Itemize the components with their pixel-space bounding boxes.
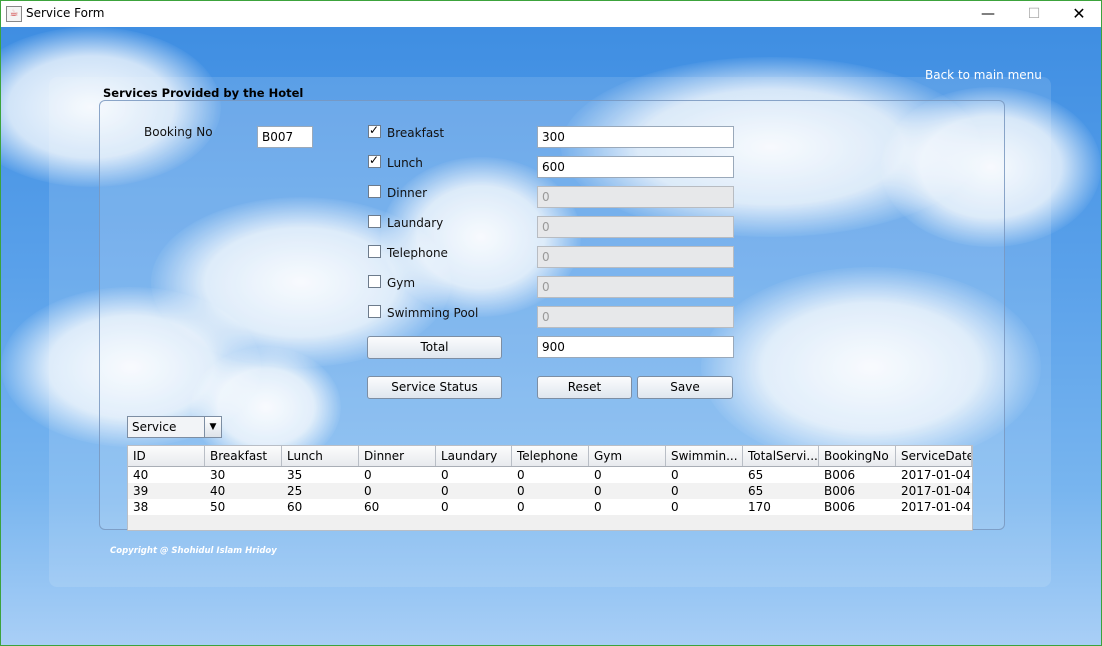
title-bar: ☕ Service Form — ☐ ✕ (1, 1, 1101, 27)
table-filter-select[interactable]: Service ▼ (127, 416, 222, 438)
dinner-checkbox[interactable] (368, 185, 381, 198)
table-cell: 39 (133, 484, 149, 498)
column-header[interactable]: BookingNo (819, 446, 896, 466)
column-header[interactable]: ServiceDate (896, 446, 972, 466)
column-header[interactable]: Dinner (359, 446, 436, 466)
table-cell: B006 (824, 484, 856, 498)
column-header[interactable]: Gym (589, 446, 666, 466)
back-to-main-menu-link[interactable]: Back to main menu (925, 68, 1042, 82)
chevron-down-icon[interactable]: ▼ (204, 417, 221, 437)
copyright-text: Copyright @ Shohidul Islam Hridoy (110, 546, 277, 556)
window-title: Service Form (26, 6, 105, 20)
table-cell: 0 (594, 468, 602, 482)
column-header[interactable]: ID (128, 446, 205, 466)
table-cell: 50 (210, 500, 226, 514)
check-icon: ✓ (369, 123, 380, 137)
laundary-label: Laundary (387, 216, 444, 230)
table-cell: 0 (517, 468, 525, 482)
dinner-label: Dinner (387, 186, 428, 200)
booking-no-label: Booking No (144, 125, 213, 139)
services-table[interactable]: ID Breakfast Lunch Dinner Laundary Telep… (127, 445, 973, 531)
lunch-checkbox[interactable]: ✓ (368, 153, 381, 168)
column-header[interactable]: TotalServi... (743, 446, 819, 466)
lunch-label: Lunch (387, 156, 423, 170)
table-cell: 60 (287, 500, 303, 514)
breakfast-label: Breakfast (387, 126, 445, 140)
column-header[interactable]: Swimmin... (666, 446, 743, 466)
telephone-amount-field[interactable]: 0 (537, 246, 734, 268)
booking-no-field[interactable]: B007 (257, 126, 313, 148)
table-cell: 0 (517, 484, 525, 498)
table-cell: 0 (517, 500, 525, 514)
reset-button[interactable]: Reset (537, 376, 632, 399)
gym-label: Gym (387, 276, 416, 290)
laundary-amount-field[interactable]: 0 (537, 216, 734, 238)
column-header[interactable]: Telephone (512, 446, 589, 466)
table-header: ID Breakfast Lunch Dinner Laundary Telep… (128, 446, 972, 467)
table-cell: 38 (133, 500, 149, 514)
dinner-amount-field[interactable]: 0 (537, 186, 734, 208)
laundary-checkbox[interactable] (368, 215, 381, 228)
maximize-icon[interactable]: ☐ (1011, 1, 1057, 27)
breakfast-amount-field[interactable]: 300 (537, 126, 734, 148)
total-button[interactable]: Total (367, 336, 502, 359)
lunch-amount-field[interactable]: 600 (537, 156, 734, 178)
table-row[interactable]: 39 40 25 0 0 0 0 0 65 B006 2017-01-04 (128, 483, 972, 499)
table-row[interactable]: 38 50 60 60 0 0 0 0 170 B006 2017-01-04 (128, 499, 972, 515)
breakfast-checkbox[interactable]: ✓ (368, 123, 381, 138)
close-icon[interactable]: ✕ (1056, 1, 1102, 27)
total-amount-field[interactable]: 900 (537, 336, 734, 358)
table-cell: 0 (594, 500, 602, 514)
table-cell: 0 (441, 468, 449, 482)
section-title: Services Provided by the Hotel (103, 86, 304, 100)
table-cell: 0 (364, 484, 372, 498)
telephone-checkbox[interactable] (368, 245, 381, 258)
table-row[interactable]: 40 30 35 0 0 0 0 0 65 B006 2017-01-04 (128, 467, 972, 483)
table-cell: 65 (748, 484, 764, 498)
table-cell: 0 (594, 484, 602, 498)
table-cell: 0 (441, 500, 449, 514)
column-header[interactable]: Breakfast (205, 446, 282, 466)
table-cell: 35 (287, 468, 303, 482)
table-cell: 40 (210, 484, 226, 498)
minimize-icon[interactable]: — (965, 1, 1011, 27)
swimming-pool-checkbox[interactable] (368, 305, 381, 318)
java-app-icon: ☕ (6, 6, 22, 22)
table-cell: B006 (824, 468, 856, 482)
gym-checkbox[interactable] (368, 275, 381, 288)
column-header[interactable]: Lunch (282, 446, 359, 466)
table-cell: 2017-01-04 (901, 500, 971, 514)
service-form-window: ☕ Service Form — ☐ ✕ Back to main menu S… (0, 0, 1102, 646)
gym-amount-field[interactable]: 0 (537, 276, 734, 298)
table-cell: 2017-01-04 (901, 484, 971, 498)
swimming-pool-label: Swimming Pool (387, 306, 479, 320)
swimming-pool-amount-field[interactable]: 0 (537, 306, 734, 328)
table-cell: 25 (287, 484, 303, 498)
table-cell: 0 (671, 468, 679, 482)
table-filter-value: Service (132, 420, 177, 434)
table-cell: 170 (748, 500, 771, 514)
check-icon: ✓ (369, 153, 380, 167)
table-cell: 0 (671, 484, 679, 498)
table-cell: B006 (824, 500, 856, 514)
table-cell: 0 (671, 500, 679, 514)
column-header[interactable]: Laundary (436, 446, 512, 466)
table-cell: 65 (748, 468, 764, 482)
table-cell: 2017-01-04 (901, 468, 971, 482)
table-cell: 0 (364, 468, 372, 482)
table-cell: 60 (364, 500, 380, 514)
service-status-button[interactable]: Service Status (367, 376, 502, 399)
table-cell: 0 (441, 484, 449, 498)
telephone-label: Telephone (387, 246, 448, 260)
table-cell: 40 (133, 468, 149, 482)
table-cell: 30 (210, 468, 226, 482)
save-button[interactable]: Save (637, 376, 733, 399)
